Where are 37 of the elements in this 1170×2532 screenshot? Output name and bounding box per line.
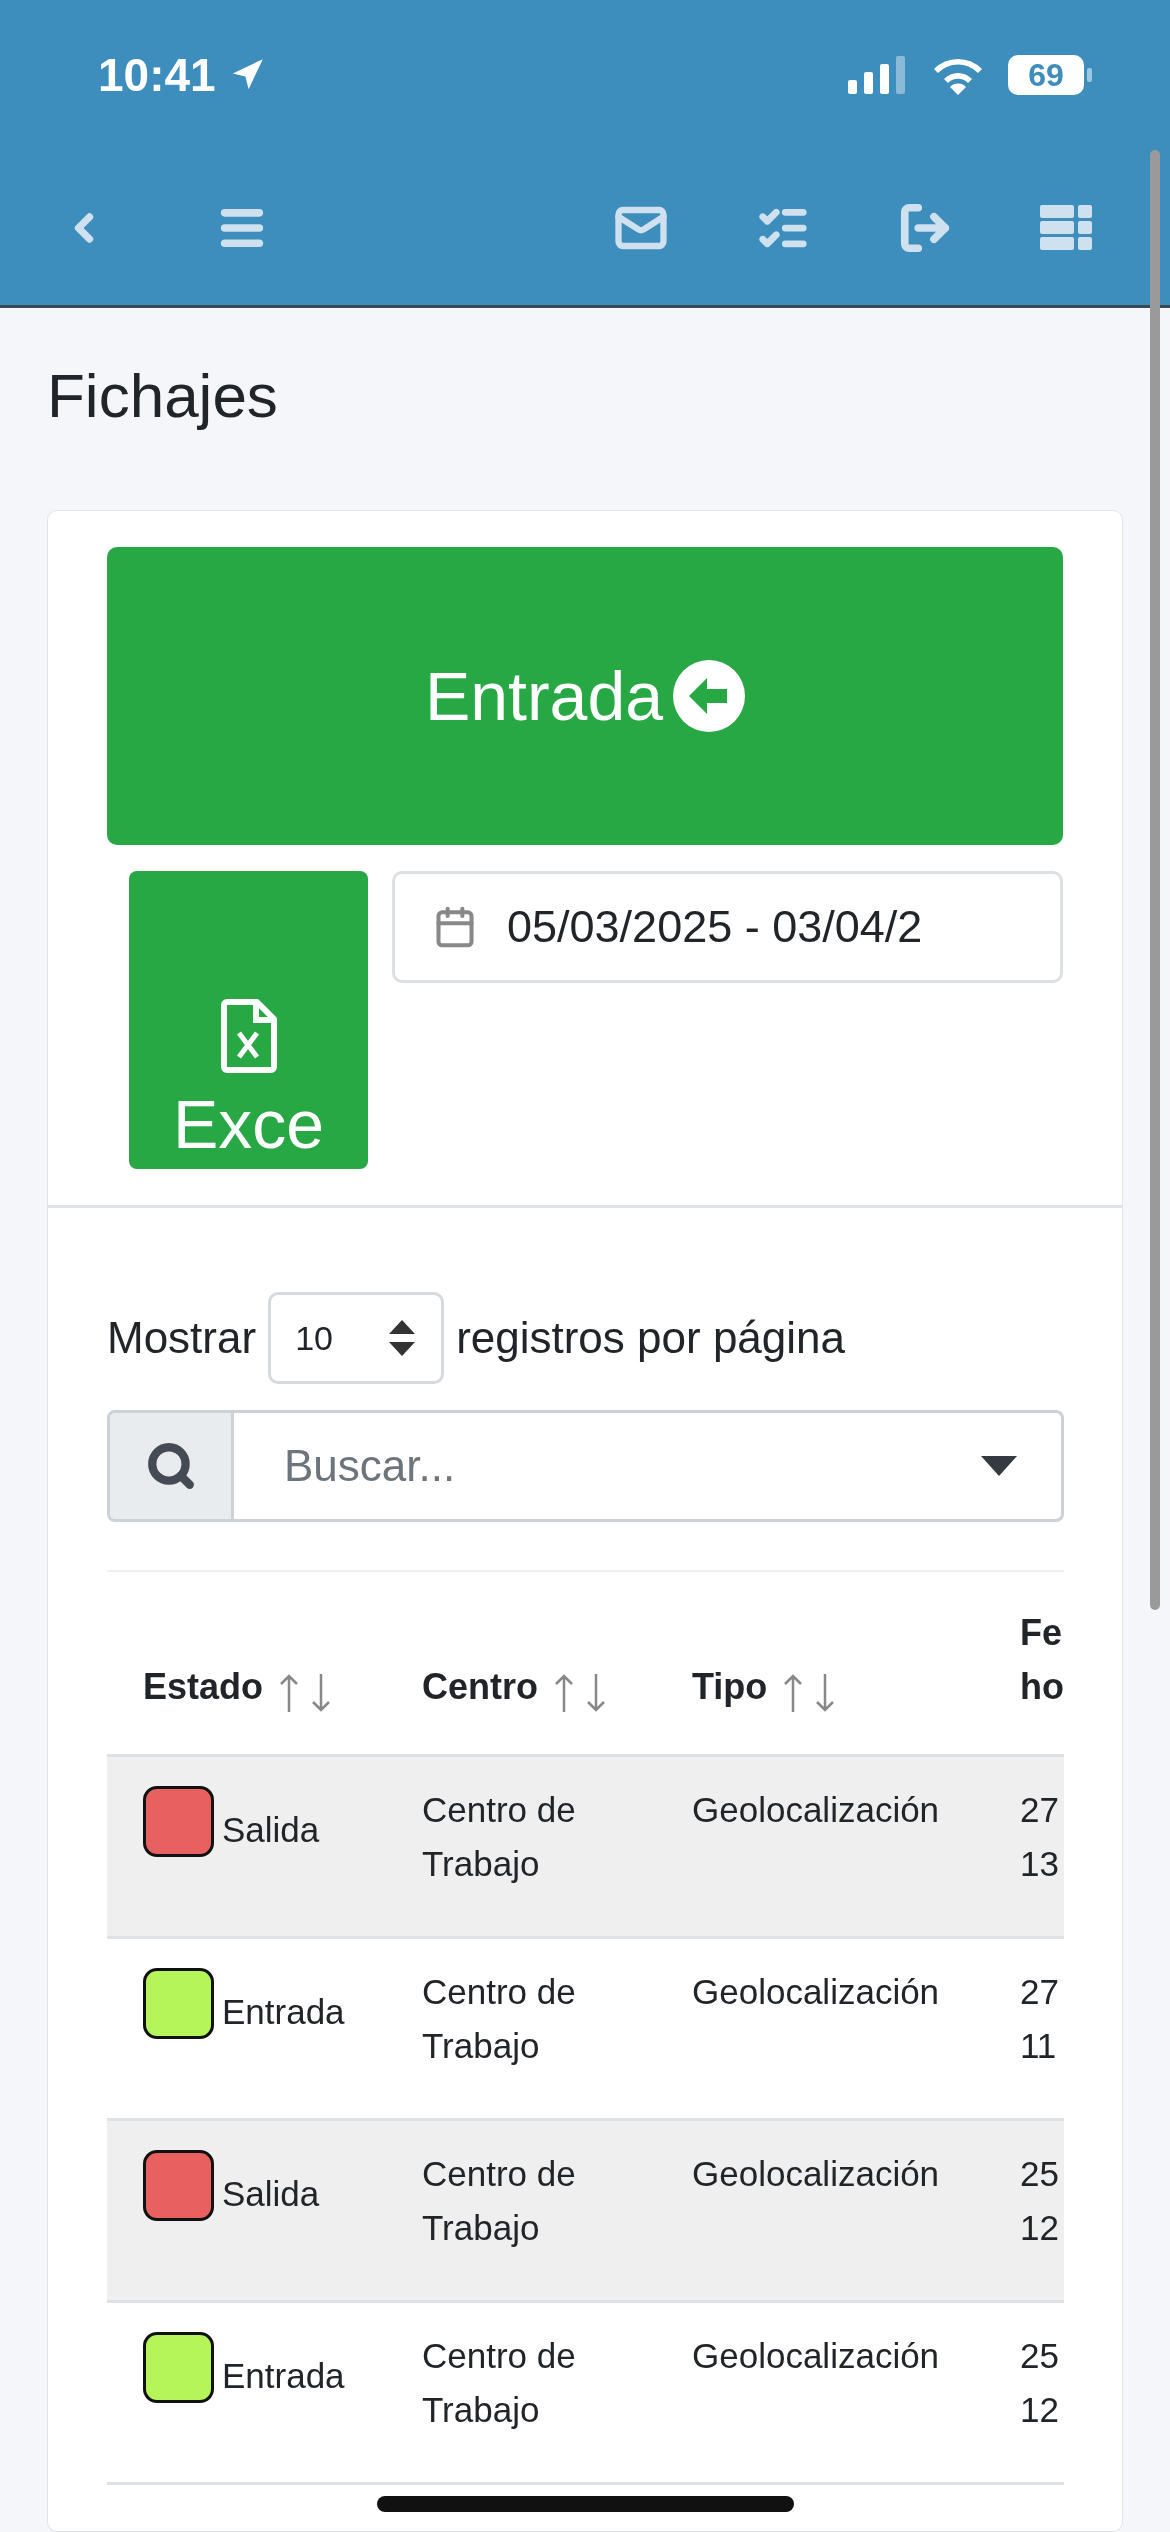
column-header[interactable]: Centro (422, 1660, 538, 1714)
table-cell-text: 25 12 (1020, 2335, 1059, 2431)
arrow-left-circle-icon (673, 660, 746, 732)
search-bar[interactable]: Buscar... (107, 1410, 1064, 1522)
page-size-select[interactable]: 10 (268, 1292, 445, 1384)
length-label: registros por página (456, 1313, 845, 1363)
battery-level: 69 (1008, 55, 1084, 95)
spinner-arrows-icon (387, 1318, 418, 1358)
page-title: Fichajes (46, 360, 279, 432)
signal-icon (848, 56, 908, 94)
battery-tip-icon (1087, 68, 1092, 82)
table-cell-text: Geolocalización (692, 1789, 940, 1831)
status-label: Entrada (222, 2355, 345, 2397)
table-cell-text: Geolocalización (692, 2335, 940, 2377)
column-header[interactable]: Tipo (692, 1660, 768, 1714)
column-header[interactable]: Fe ho (1020, 1606, 1064, 1714)
status-label: Salida (222, 1809, 320, 1851)
calendar-icon (433, 905, 477, 949)
length-label: Mostrar (107, 1313, 257, 1363)
status-label: Entrada (222, 1991, 345, 2033)
table-cell-text: Centro de Trabajo (422, 2335, 577, 2431)
grid-button[interactable] (1040, 204, 1092, 251)
table-cell-text: Geolocalización (692, 1971, 940, 2013)
table-cell-text: 27 11 (1020, 1971, 1059, 2067)
table-cell-text: Centro de Trabajo (422, 1789, 577, 1885)
table-cell-text: Centro de Trabajo (422, 2153, 577, 2249)
table-cell-text: Geolocalización (692, 2153, 940, 2195)
spreadsheet-file-icon (220, 999, 277, 1073)
table-cell-text: Centro de Trabajo (422, 1971, 577, 2067)
status-time: 10:41 (98, 48, 216, 102)
column-header[interactable]: Estado (143, 1660, 264, 1714)
table-cell-text: 27 13 (1020, 1789, 1059, 1885)
date-range-field[interactable]: 05/03/2025 - 03/04/2 (392, 871, 1063, 983)
status-label: Salida (222, 2173, 320, 2215)
table-cell-text: 25 12 (1020, 2153, 1059, 2249)
search-icon (145, 1441, 196, 1491)
caret-down-icon[interactable] (981, 1456, 1017, 1476)
